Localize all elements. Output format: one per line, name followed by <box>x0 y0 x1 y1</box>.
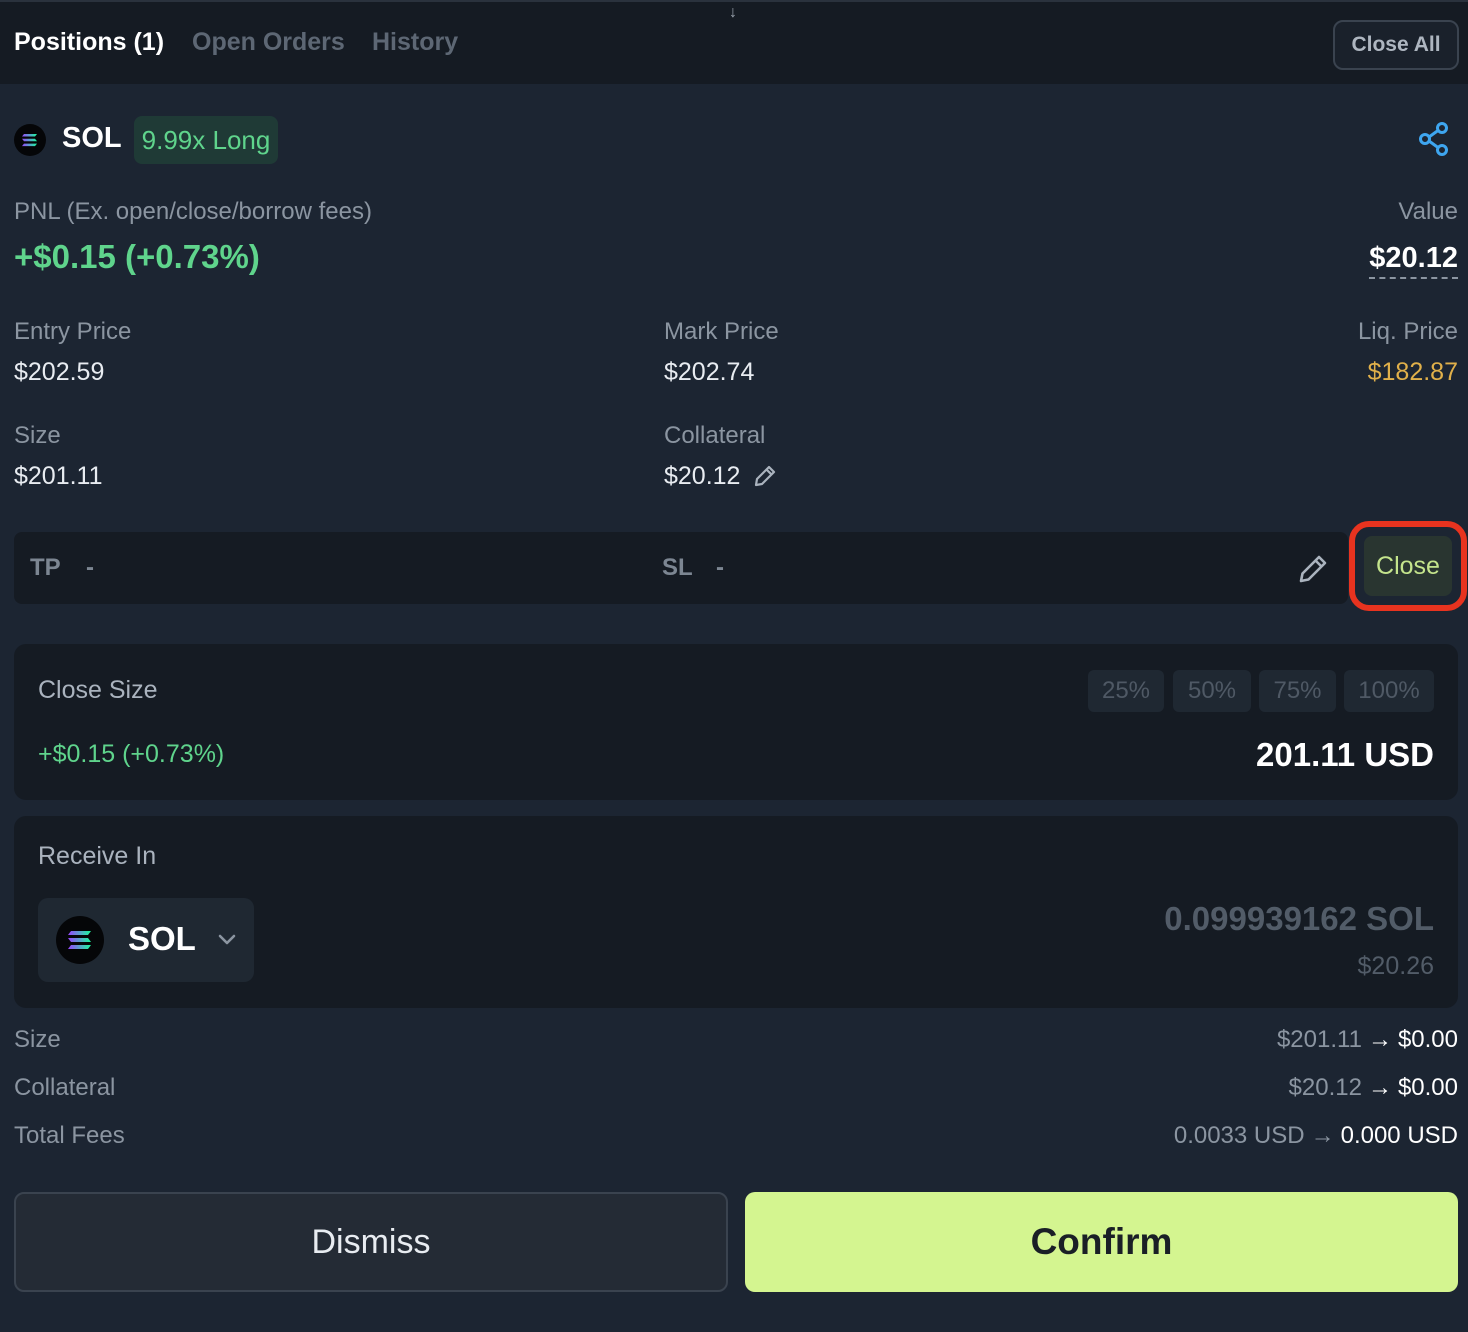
percent-75-button[interactable]: 75% <box>1259 670 1336 712</box>
mark-price-value: $202.74 <box>664 358 755 386</box>
close-size-title: Close Size <box>38 676 158 704</box>
sol-logo-icon <box>14 124 46 156</box>
receive-title: Receive In <box>38 842 157 870</box>
receive-panel: Receive In SOL 0.099939162 SOL $20.26 <box>14 816 1458 1008</box>
summary-size-change: $201.11 → $0.00 <box>1277 1026 1458 1054</box>
tpsl-bar[interactable]: TP - SL - <box>14 532 1348 604</box>
receive-token-name: SOL <box>128 920 196 957</box>
receive-usd-value: $20.26 <box>1357 952 1434 980</box>
summary-fees-to: 0.000 USD <box>1340 1122 1458 1149</box>
summary-size-from: $201.11 <box>1276 1026 1362 1053</box>
edit-tpsl-pencil-icon[interactable] <box>1296 552 1330 586</box>
pnl-value: +$0.15 (+0.73%) <box>14 238 260 275</box>
positions-panel: ↓ Positions (1) Open Orders History Clos… <box>0 0 1468 1332</box>
tab-history[interactable]: History <box>372 28 458 57</box>
tab-bar: ↓ Positions (1) Open Orders History Clos… <box>0 0 1468 84</box>
summary-collateral-label: Collateral <box>14 1074 116 1101</box>
leverage-badge: 9.99x Long <box>134 116 278 164</box>
arrow-right-icon: → <box>1310 1122 1335 1149</box>
summary-size-label: Size <box>14 1026 61 1053</box>
summary-collateral-from: $20.12 <box>1288 1074 1362 1101</box>
close-size-pnl: +$0.15 (+0.73%) <box>38 740 225 768</box>
value-label: Value <box>1398 198 1458 225</box>
confirm-button[interactable]: Confirm <box>745 1192 1458 1292</box>
edit-collateral-pencil-icon[interactable] <box>752 463 778 489</box>
receive-amount: 0.099939162 SOL <box>1164 900 1434 937</box>
pnl-label: PNL (Ex. open/close/borrow fees) <box>14 198 372 225</box>
summary-fees-from: 0.0033 USD <box>1173 1122 1305 1149</box>
arrow-right-icon: → <box>1367 1074 1392 1101</box>
summary-fees-label: Total Fees <box>14 1122 125 1149</box>
liq-price-label: Liq. Price <box>1357 318 1458 345</box>
close-size-amount[interactable]: 201.11 USD <box>1256 736 1434 774</box>
summary-fees-change: 0.0033 USD → 0.000 USD <box>1174 1122 1458 1150</box>
sol-logo-icon <box>56 916 104 964</box>
entry-price-value: $202.59 <box>14 358 105 386</box>
summary-collateral-change: $20.12 → $0.00 <box>1289 1074 1458 1102</box>
mark-price-label: Mark Price <box>664 318 779 345</box>
collateral-value: $20.12 <box>664 462 741 490</box>
percent-25-button[interactable]: 25% <box>1088 670 1164 712</box>
percent-100-button[interactable]: 100% <box>1344 670 1434 712</box>
tab-open-orders[interactable]: Open Orders <box>192 28 345 57</box>
close-position-button[interactable]: Close <box>1364 536 1452 596</box>
summary-collateral-to: $0.00 <box>1397 1074 1458 1101</box>
collateral-label: Collateral <box>664 422 766 449</box>
sl-label: SL <box>662 554 693 581</box>
tp-value: - <box>86 554 94 581</box>
position-value[interactable]: $20.12 <box>1369 242 1458 279</box>
receive-token-select[interactable]: SOL <box>38 898 254 982</box>
summary-size-to: $0.00 <box>1397 1026 1458 1053</box>
size-value: $201.11 <box>14 462 103 490</box>
tab-positions-label: Positions <box>14 28 127 56</box>
tp-label: TP <box>30 554 61 581</box>
arrow-right-icon: → <box>1367 1026 1392 1053</box>
size-label: Size <box>14 422 61 449</box>
tab-positions[interactable]: Positions (1) <box>14 28 164 57</box>
entry-price-label: Entry Price <box>14 318 132 345</box>
sl-value: - <box>716 554 724 581</box>
chevron-down-icon <box>216 928 238 950</box>
share-icon[interactable] <box>1418 122 1450 156</box>
close-size-panel: Close Size 25% 50% 75% 100% +$0.15 (+0.7… <box>14 644 1458 800</box>
liq-price-value: $182.87 <box>1367 358 1458 386</box>
position-token: SOL <box>62 122 122 154</box>
close-all-button[interactable]: Close All <box>1333 20 1459 70</box>
down-arrow-icon[interactable]: ↓ <box>729 4 737 22</box>
dismiss-button[interactable]: Dismiss <box>14 1192 728 1292</box>
percent-50-button[interactable]: 50% <box>1173 670 1251 712</box>
tab-positions-count: (1) <box>133 28 165 56</box>
